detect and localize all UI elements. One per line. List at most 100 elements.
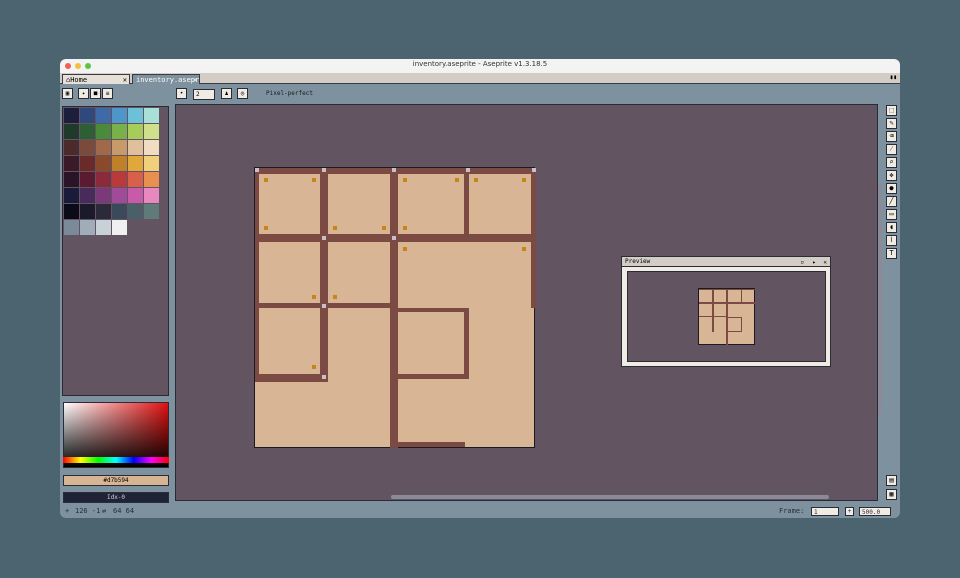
palette-swatch[interactable]: [80, 172, 95, 187]
move-icon[interactable]: ✥: [886, 170, 897, 181]
timeline-icon[interactable]: ▤: [886, 475, 897, 486]
palette-swatch[interactable]: [112, 204, 127, 219]
fill-icon[interactable]: ●: [886, 183, 897, 194]
preview-window[interactable]: Preview ▫ ▸ ✕: [621, 256, 831, 367]
palette-swatch[interactable]: [64, 172, 79, 187]
palette-swatch[interactable]: [64, 124, 79, 139]
horizontal-scrollbar[interactable]: [391, 495, 829, 499]
palette-swatch[interactable]: [80, 204, 95, 219]
line-icon[interactable]: ╱: [886, 196, 897, 207]
eyedropper-icon[interactable]: ⁄: [886, 144, 897, 155]
palette-swatch[interactable]: [80, 156, 95, 171]
grid-marker: [322, 168, 326, 172]
blur-icon[interactable]: ⌇: [886, 235, 897, 246]
palette-swatch[interactable]: [80, 124, 95, 139]
palette-swatch[interactable]: [64, 220, 79, 235]
palette-swatch[interactable]: [96, 220, 111, 235]
palette-swatch[interactable]: [128, 172, 143, 187]
foreground-color-bar[interactable]: #d7b594: [63, 475, 169, 486]
palette-swatch[interactable]: [96, 156, 111, 171]
sprite-canvas[interactable]: [254, 167, 536, 448]
palette-swatch[interactable]: [128, 204, 143, 219]
palette-swatch[interactable]: [128, 108, 143, 123]
frame-input[interactable]: 1: [811, 507, 839, 516]
save-palette-icon[interactable]: ■: [90, 88, 101, 99]
preview-close-icon[interactable]: ✕: [823, 258, 827, 268]
palette-swatch[interactable]: [64, 140, 79, 155]
vertical-scrollbar[interactable]: [878, 184, 882, 414]
palette-swatch[interactable]: [112, 220, 127, 235]
palette-swatch[interactable]: [64, 188, 79, 203]
palette-swatch[interactable]: [112, 188, 127, 203]
grid-marker: [392, 168, 396, 172]
palette-swatch[interactable]: [96, 140, 111, 155]
grid-marker: [466, 168, 470, 172]
palette-swatch[interactable]: [128, 140, 143, 155]
palette-swatch[interactable]: [144, 188, 159, 203]
palette-swatch[interactable]: [128, 188, 143, 203]
layers-icon[interactable]: ▦: [886, 489, 897, 500]
palette-swatch[interactable]: [112, 108, 127, 123]
tabs-menu-icon[interactable]: ▮▮: [890, 74, 897, 81]
palette-swatch[interactable]: [112, 156, 127, 171]
wall: [320, 168, 328, 380]
tab-home[interactable]: ⌂Home ✕: [62, 74, 130, 84]
palette-swatch[interactable]: [80, 140, 95, 155]
stud: [264, 178, 268, 182]
zoom-icon[interactable]: ⌕: [886, 157, 897, 168]
stud: [522, 178, 526, 182]
palette-swatch[interactable]: [112, 124, 127, 139]
pencil-icon[interactable]: ✎: [886, 118, 897, 129]
palette-swatch[interactable]: [96, 204, 111, 219]
palette-swatch[interactable]: [96, 124, 111, 139]
rectangle-icon[interactable]: ▭: [886, 209, 897, 220]
tab-close-icon[interactable]: ✕: [123, 75, 127, 85]
preview-pin-icon[interactable]: ▫: [800, 258, 804, 268]
pixel-perfect-label[interactable]: Pixel-perfect: [266, 90, 313, 97]
palette-swatch[interactable]: [144, 204, 159, 219]
preview-play-icon[interactable]: ▸: [812, 258, 816, 268]
pixel-perfect-icon[interactable]: ◎: [237, 88, 248, 99]
tab-label: Home: [70, 76, 88, 84]
palette-swatch[interactable]: [80, 220, 95, 235]
tab-close-icon[interactable]: ✕: [193, 75, 197, 85]
palette-swatch[interactable]: [144, 124, 159, 139]
text-icon[interactable]: T: [886, 248, 897, 259]
palette-swatch[interactable]: [144, 172, 159, 187]
stud: [403, 247, 407, 251]
brush-size-input[interactable]: 2: [193, 89, 215, 100]
palette-swatch[interactable]: [144, 108, 159, 123]
palette-swatch[interactable]: [64, 108, 79, 123]
preview-header: Preview ▫ ▸ ✕: [622, 257, 830, 267]
background-color-bar[interactable]: Idx-0: [63, 492, 169, 503]
sprite-size-icon: ⇄: [102, 507, 107, 515]
palette-swatch[interactable]: [80, 108, 95, 123]
marquee-icon[interactable]: ⬚: [886, 105, 897, 116]
palette-swatch[interactable]: [80, 188, 95, 203]
palette-menu-icon[interactable]: ≡: [102, 88, 113, 99]
add-frame-icon[interactable]: +: [845, 507, 854, 516]
palette-swatch[interactable]: [112, 140, 127, 155]
palette-swatch[interactable]: [64, 204, 79, 219]
contour-icon[interactable]: ◖: [886, 222, 897, 233]
palette-swatch[interactable]: [96, 108, 111, 123]
palette-swatch[interactable]: [96, 188, 111, 203]
lock-icon[interactable]: ▣: [62, 88, 73, 99]
hue-slider[interactable]: [63, 457, 169, 463]
canvas-workspace[interactable]: Preview ▫ ▸ ✕: [175, 104, 878, 501]
eraser-icon[interactable]: ⌫: [886, 131, 897, 142]
cursor-coords: 126 -1: [75, 507, 101, 515]
palette-swatch[interactable]: [64, 156, 79, 171]
palette-swatch[interactable]: [112, 172, 127, 187]
stud: [403, 178, 407, 182]
palette-swatch[interactable]: [128, 124, 143, 139]
zoom-input[interactable]: 500.0: [859, 507, 891, 516]
palette-swatch[interactable]: [144, 140, 159, 155]
palette-swatch[interactable]: [96, 172, 111, 187]
palette-swatch[interactable]: [144, 156, 159, 171]
brush-type-icon[interactable]: •: [176, 88, 187, 99]
tab-inventory[interactable]: inventory.asepr ✕: [132, 74, 200, 84]
palette-swatch[interactable]: [128, 156, 143, 171]
options-icon[interactable]: ✦: [78, 88, 89, 99]
ink-icon[interactable]: ♟: [221, 88, 232, 99]
